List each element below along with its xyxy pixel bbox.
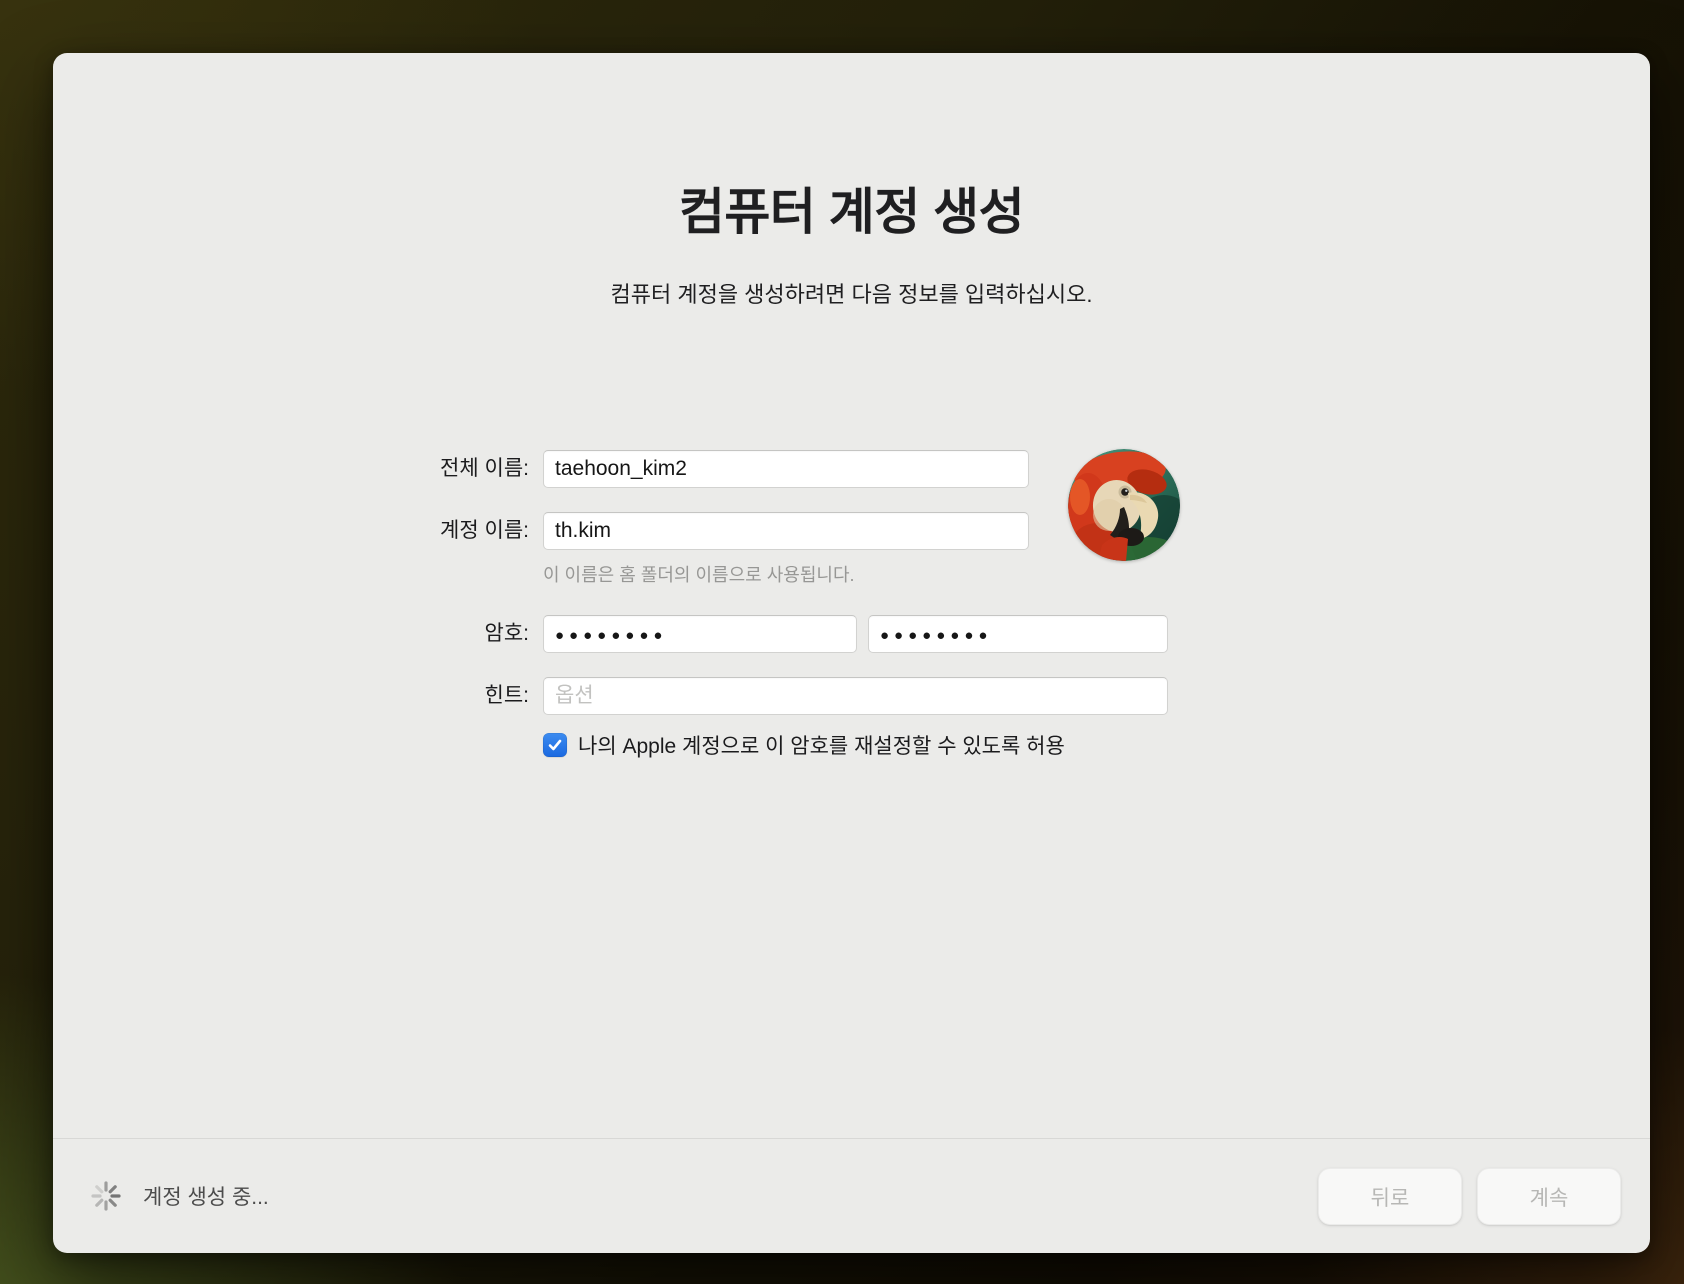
continue-button[interactable]: 계속 [1477, 1168, 1621, 1225]
full-name-label: 전체 이름: [253, 450, 529, 488]
page-title: 컴퓨터 계정 생성 [53, 181, 1650, 243]
account-name-helper: 이 이름은 홈 폴더의 이름으로 사용됩니다. [543, 561, 855, 587]
parrot-avatar-icon [1068, 449, 1180, 561]
password-input[interactable] [543, 615, 857, 653]
password-label: 암호: [253, 615, 529, 653]
hint-label: 힌트: [253, 677, 529, 715]
allow-reset-label: 나의 Apple 계정으로 이 암호를 재설정할 수 있도록 허용 [578, 730, 1065, 760]
hint-input[interactable] [543, 677, 1168, 715]
full-name-input[interactable] [543, 450, 1029, 488]
allow-reset-checkbox[interactable] [543, 733, 567, 757]
page-subtitle: 컴퓨터 계정을 생성하려면 다음 정보를 입력하십시오. [53, 279, 1650, 311]
account-avatar[interactable] [1068, 449, 1180, 561]
progress-spinner-icon [91, 1181, 121, 1211]
back-button[interactable]: 뒤로 [1318, 1168, 1462, 1225]
create-account-dialog: 컴퓨터 계정 생성 컴퓨터 계정을 생성하려면 다음 정보를 입력하십시오. 전… [53, 53, 1650, 1253]
password-verify-input[interactable] [868, 615, 1168, 653]
account-name-label: 계정 이름: [253, 512, 529, 550]
footer-separator [53, 1138, 1650, 1139]
account-name-input[interactable] [543, 512, 1029, 550]
status-row: 계정 생성 중... [91, 1180, 269, 1212]
checkmark-icon [546, 736, 564, 754]
status-text: 계정 생성 중... [143, 1181, 269, 1211]
allow-reset-row: 나의 Apple 계정으로 이 암호를 재설정할 수 있도록 허용 [543, 732, 1065, 758]
